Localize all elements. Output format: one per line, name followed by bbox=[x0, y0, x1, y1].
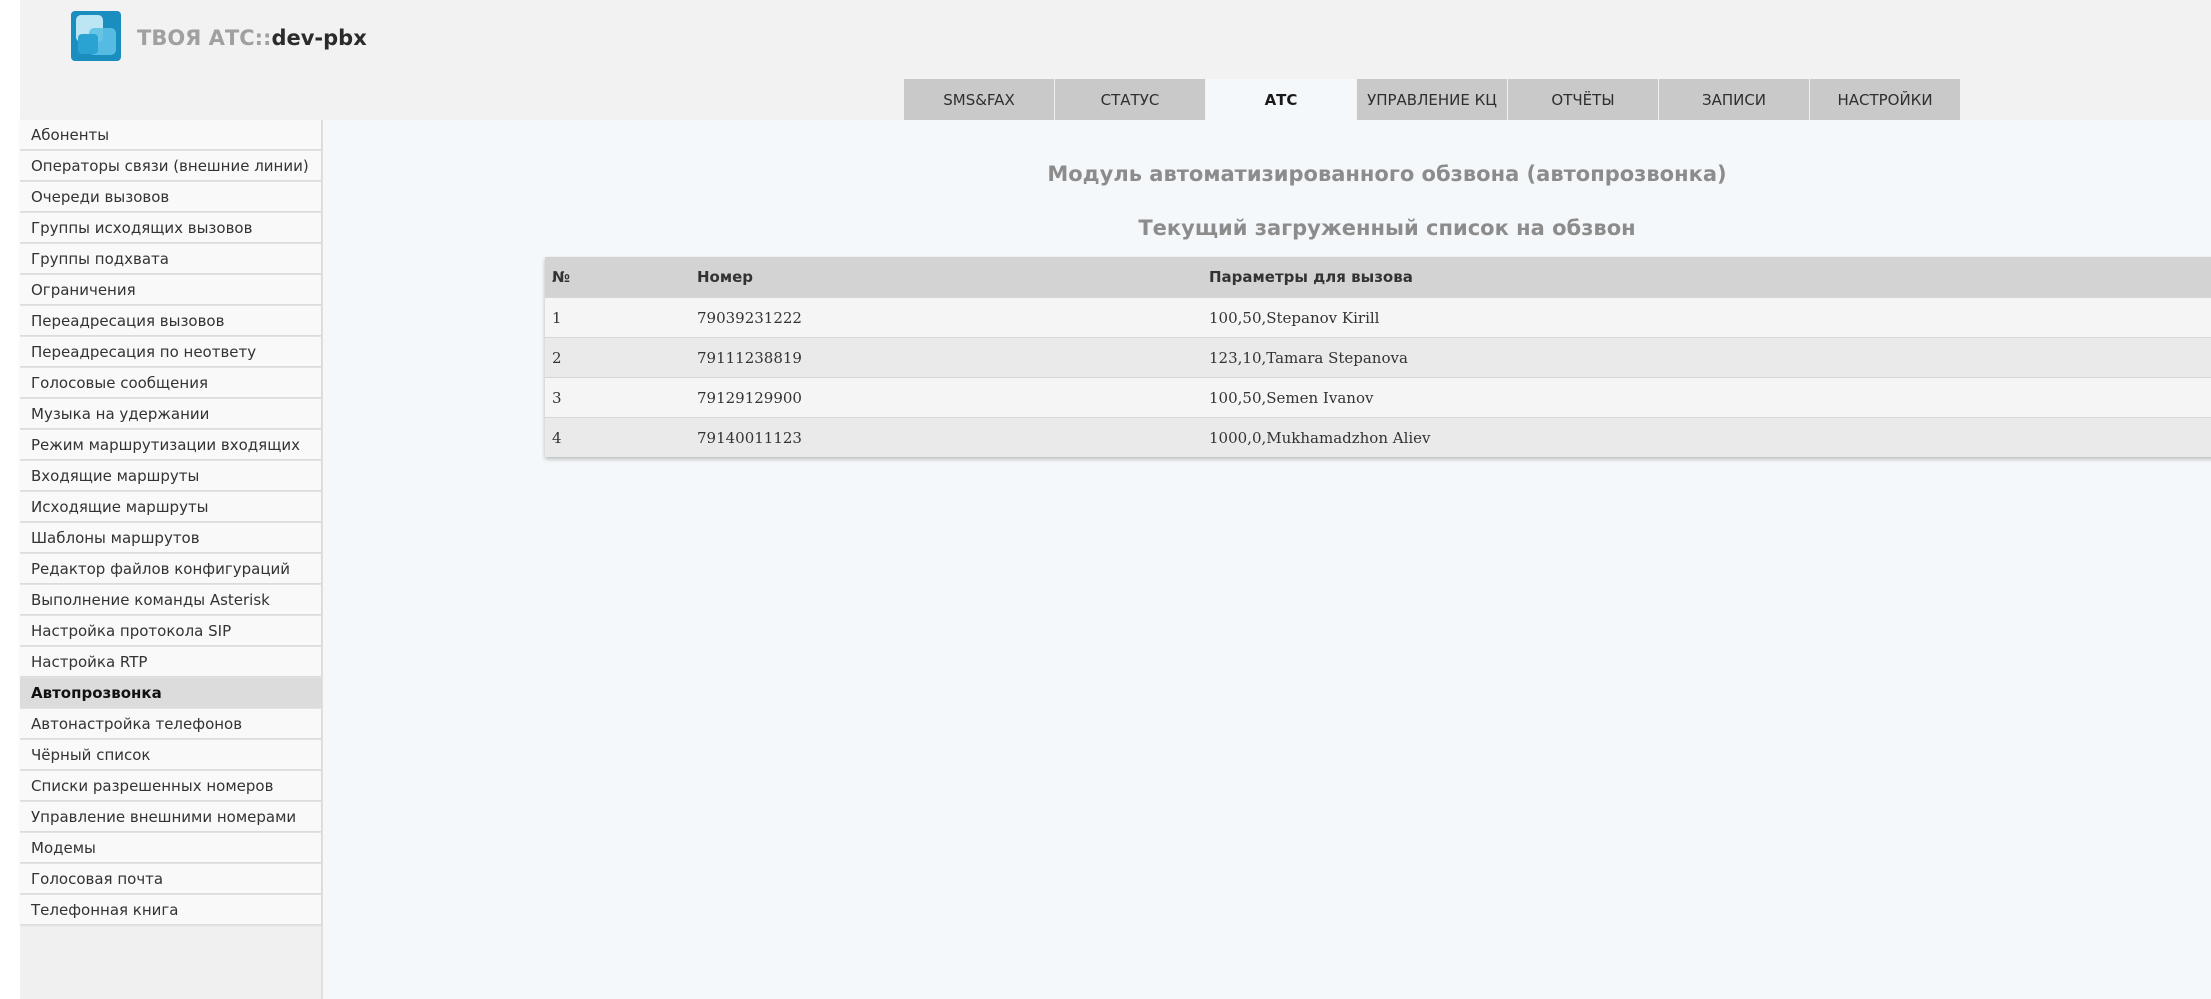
sidebar-item-outbound-groups[interactable]: Группы исходящих вызовов bbox=[20, 213, 321, 243]
table-row: 1 79039231222 100,50,Stepanov Kirill bbox=[545, 297, 2211, 338]
tab-status[interactable]: СТАТУС bbox=[1055, 79, 1205, 121]
sidebar-item-voicemail[interactable]: Голосовая почта bbox=[20, 864, 321, 894]
sidebar-item-asterisk-command[interactable]: Выполнение команды Asterisk bbox=[20, 585, 321, 615]
column-header-params: Параметры для вызова bbox=[1202, 257, 2211, 298]
cell-params: 100,50,Semen Ivanov bbox=[1202, 377, 2211, 418]
sidebar-item-external-numbers[interactable]: Управление внешними номерами bbox=[20, 802, 321, 832]
tab-ats[interactable]: АТС bbox=[1206, 79, 1356, 121]
sidebar-item-voice-messages[interactable]: Голосовые сообщения bbox=[20, 368, 321, 398]
sidebar-item-inbound-routing-mode[interactable]: Режим маршрутизации входящих bbox=[20, 430, 321, 460]
sidebar-item-music-on-hold[interactable]: Музыка на удержании bbox=[20, 399, 321, 429]
sidebar-item-inbound-routes[interactable]: Входящие маршруты bbox=[20, 461, 321, 491]
cell-params: 100,50,Stepanov Kirill bbox=[1202, 297, 2211, 338]
table-header-row: № Номер Параметры для вызова bbox=[545, 257, 2211, 298]
brand-title: ТВОЯ АТС::dev-pbx bbox=[137, 26, 367, 50]
table-row: 3 79129129900 100,50,Semen Ivanov bbox=[545, 377, 2211, 418]
call-list-table: № Номер Параметры для вызова 1 790392312… bbox=[545, 257, 2211, 457]
sidebar-item-outbound-routes[interactable]: Исходящие маршруты bbox=[20, 492, 321, 522]
sidebar-item-pickup-groups[interactable]: Группы подхвата bbox=[20, 244, 321, 274]
sidebar-item-autodialer[interactable]: Автопрозвонка bbox=[20, 678, 321, 708]
sidebar-item-phonebook[interactable]: Телефонная книга bbox=[20, 895, 321, 925]
main-content: Модуль автоматизированного обзвона (авто… bbox=[323, 120, 2211, 999]
sidebar-item-blacklist[interactable]: Чёрный список bbox=[20, 740, 321, 770]
sidebar-item-call-queues[interactable]: Очереди вызовов bbox=[20, 182, 321, 212]
pbx-logo-icon[interactable] bbox=[70, 10, 122, 62]
sidebar-item-route-templates[interactable]: Шаблоны маршрутов bbox=[20, 523, 321, 553]
table-row: 4 79140011123 1000,0,Mukhamadzhon Aliev bbox=[545, 417, 2211, 457]
cell-phone: 79140011123 bbox=[690, 417, 1202, 457]
tab-sms-fax[interactable]: SMS&FAX bbox=[904, 79, 1054, 121]
page-title: Модуль автоматизированного обзвона (авто… bbox=[1047, 162, 1727, 186]
cell-params: 1000,0,Mukhamadzhon Aliev bbox=[1202, 417, 2211, 457]
tab-call-center[interactable]: УПРАВЛЕНИЕ КЦ bbox=[1357, 79, 1507, 121]
column-header-number: № bbox=[545, 257, 690, 298]
brand-host: dev-pbx bbox=[271, 26, 367, 50]
cell-phone: 79111238819 bbox=[690, 337, 1202, 378]
sidebar-menu: Абоненты Операторы связи (внешние линии)… bbox=[20, 120, 321, 925]
sidebar-item-phone-autoconfig[interactable]: Автонастройка телефонов bbox=[20, 709, 321, 739]
tab-reports[interactable]: ОТЧЁТЫ bbox=[1508, 79, 1658, 121]
sidebar-item-sip-settings[interactable]: Настройка протокола SIP bbox=[20, 616, 321, 646]
cell-number: 2 bbox=[545, 337, 690, 378]
cell-params: 123,10,Tamara Stepanova bbox=[1202, 337, 2211, 378]
sidebar-item-config-editor[interactable]: Редактор файлов конфигураций bbox=[20, 554, 321, 584]
sidebar-item-no-answer-forwarding[interactable]: Переадресация по неответу bbox=[20, 337, 321, 367]
cell-number: 4 bbox=[545, 417, 690, 457]
sidebar-item-rtp-settings[interactable]: Настройка RTP bbox=[20, 647, 321, 677]
sidebar-item-whitelists[interactable]: Списки разрешенных номеров bbox=[20, 771, 321, 801]
page: ТВОЯ АТС::dev-pbx SMS&FAX СТАТУС АТС УПР… bbox=[0, 0, 2211, 999]
table-row: 2 79111238819 123,10,Tamara Stepanova bbox=[545, 337, 2211, 378]
top-nav-tabs: SMS&FAX СТАТУС АТС УПРАВЛЕНИЕ КЦ ОТЧЁТЫ … bbox=[904, 79, 1961, 121]
sidebar-item-subscribers[interactable]: Абоненты bbox=[20, 120, 321, 150]
cell-number: 3 bbox=[545, 377, 690, 418]
column-header-phone: Номер bbox=[690, 257, 1202, 298]
sidebar-item-carriers[interactable]: Операторы связи (внешние линии) bbox=[20, 151, 321, 181]
sidebar-item-restrictions[interactable]: Ограничения bbox=[20, 275, 321, 305]
cell-number: 1 bbox=[545, 297, 690, 338]
sidebar-item-modems[interactable]: Модемы bbox=[20, 833, 321, 863]
page-left-margin bbox=[0, 0, 20, 999]
section-title: Текущий загруженный список на обзвон bbox=[1138, 216, 1636, 240]
tab-settings[interactable]: НАСТРОЙКИ bbox=[1810, 79, 1960, 121]
sidebar: Абоненты Операторы связи (внешние линии)… bbox=[20, 120, 323, 999]
tab-records[interactable]: ЗАПИСИ bbox=[1659, 79, 1809, 121]
sidebar-item-call-forwarding[interactable]: Переадресация вызовов bbox=[20, 306, 321, 336]
brand-prefix: ТВОЯ АТС:: bbox=[137, 26, 272, 50]
cell-phone: 79129129900 bbox=[690, 377, 1202, 418]
cell-phone: 79039231222 bbox=[690, 297, 1202, 338]
